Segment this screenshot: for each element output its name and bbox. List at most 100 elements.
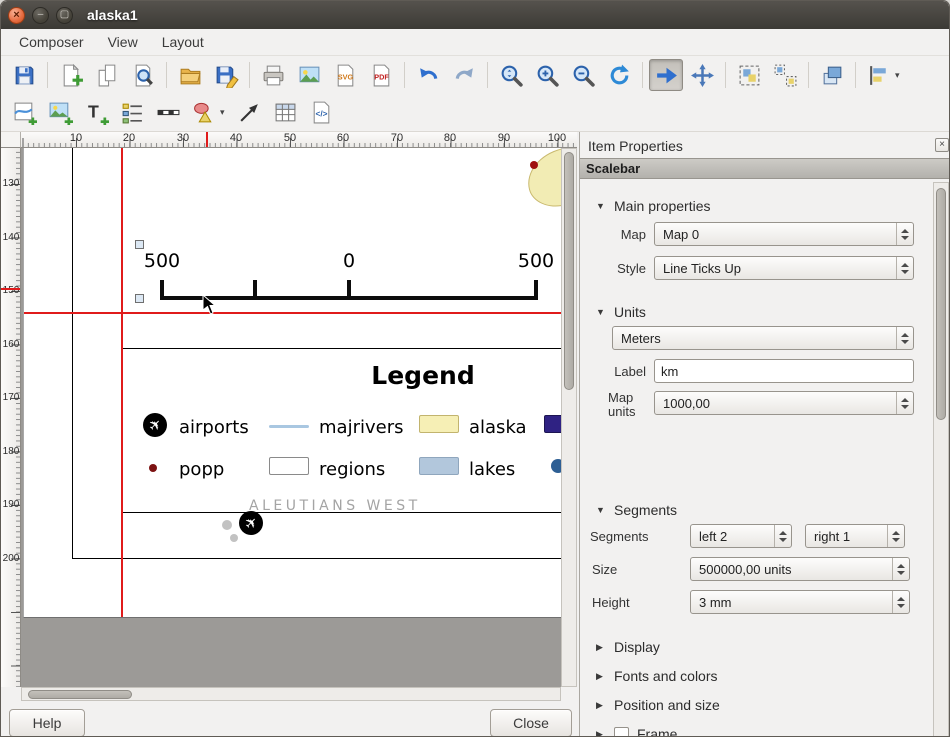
ruler-number: 90 bbox=[490, 132, 518, 144]
toolbar-separator bbox=[249, 62, 250, 88]
paper[interactable]: 500 0 500 Legend ✈ airports majrivers al… bbox=[23, 148, 561, 618]
toolbar-separator bbox=[725, 62, 726, 88]
segments-left-spinbox[interactable]: left 2 bbox=[690, 524, 792, 548]
section-fonts-and-colors[interactable]: ▶ Fonts and colors bbox=[580, 666, 920, 686]
segments-right-spinbox[interactable]: right 1 bbox=[805, 524, 905, 548]
help-button[interactable]: Help bbox=[9, 709, 85, 737]
undo-button[interactable] bbox=[411, 59, 445, 91]
spin-arrows-icon[interactable] bbox=[887, 525, 904, 547]
maximize-window-button[interactable]: ▢ bbox=[56, 7, 73, 24]
align-dropdown-arrow-icon[interactable]: ▾ bbox=[895, 70, 905, 81]
add-new-scalebar-button[interactable] bbox=[151, 97, 185, 129]
add-html-frame-button[interactable]: </> bbox=[304, 97, 338, 129]
map-units-spinbox[interactable]: 1000,00 bbox=[654, 391, 914, 415]
spin-arrows-icon[interactable] bbox=[774, 525, 791, 547]
add-arrow-button[interactable] bbox=[232, 97, 266, 129]
add-new-map-button[interactable] bbox=[7, 97, 41, 129]
export-pdf-button[interactable]: PDF bbox=[364, 59, 398, 91]
size-spinbox[interactable]: 500000,00 units bbox=[690, 557, 910, 581]
export-image-button[interactable] bbox=[292, 59, 326, 91]
zoom-in-button[interactable] bbox=[530, 59, 564, 91]
menu-view[interactable]: View bbox=[96, 30, 150, 54]
map-units-label-line2: units bbox=[608, 404, 635, 419]
units-combobox[interactable]: Meters bbox=[612, 326, 914, 350]
load-template-button[interactable] bbox=[173, 59, 207, 91]
close-button[interactable]: Close bbox=[490, 709, 572, 737]
menu-composer[interactable]: Composer bbox=[7, 30, 96, 54]
selection-handle[interactable] bbox=[135, 240, 144, 249]
raise-selected-items-button[interactable] bbox=[815, 59, 849, 91]
export-svg-button[interactable]: SVG bbox=[328, 59, 362, 91]
section-main-properties[interactable]: ▼ Main properties bbox=[580, 196, 920, 216]
ruler-number: 190 bbox=[1, 499, 21, 510]
map-alaska-shape bbox=[521, 148, 561, 213]
section-frame[interactable]: ▶ Frame bbox=[580, 724, 920, 737]
minimize-window-button[interactable]: – bbox=[32, 7, 49, 24]
combo-arrows-icon[interactable] bbox=[896, 327, 913, 349]
titlebar[interactable]: × – ▢ alaska1 bbox=[1, 1, 949, 29]
zoom-out-button[interactable] bbox=[566, 59, 600, 91]
ruler-number: 130 bbox=[1, 178, 21, 189]
shape-dropdown-arrow-icon[interactable]: ▾ bbox=[220, 107, 230, 118]
legend-title: Legend bbox=[368, 361, 478, 390]
print-button[interactable] bbox=[256, 59, 290, 91]
close-window-button[interactable]: × bbox=[8, 7, 25, 24]
panel-close-button[interactable]: × bbox=[935, 138, 949, 152]
add-new-legend-button[interactable] bbox=[115, 97, 149, 129]
combo-arrows-icon[interactable] bbox=[896, 223, 913, 245]
menu-layout[interactable]: Layout bbox=[150, 30, 216, 54]
map-combobox[interactable]: Map 0 bbox=[654, 222, 914, 246]
panel-vertical-scrollbar[interactable] bbox=[933, 182, 949, 737]
move-item-content-button[interactable] bbox=[685, 59, 719, 91]
canvas-vertical-scrollbar[interactable] bbox=[561, 148, 577, 687]
new-composer-button[interactable] bbox=[54, 59, 88, 91]
ruler-corner bbox=[1, 132, 21, 148]
composer-manager-button[interactable] bbox=[126, 59, 160, 91]
group-items-button[interactable] bbox=[732, 59, 766, 91]
ruler-number: 30 bbox=[169, 132, 197, 144]
toolbar-separator bbox=[487, 62, 488, 88]
style-combobox[interactable]: Line Ticks Up bbox=[654, 256, 914, 280]
section-segments[interactable]: ▼ Segments bbox=[580, 500, 920, 520]
map-item-frame-bottom bbox=[72, 558, 561, 559]
scrollbar-thumb[interactable] bbox=[28, 690, 132, 699]
close-icon: × bbox=[13, 10, 19, 21]
height-spinbox[interactable]: 3 mm bbox=[690, 590, 910, 614]
svg-text:PDF: PDF bbox=[374, 72, 389, 81]
refresh-view-button[interactable] bbox=[602, 59, 636, 91]
add-image-button[interactable] bbox=[43, 97, 77, 129]
legend-item-label: majrivers bbox=[319, 417, 403, 438]
close-icon: × bbox=[939, 140, 945, 150]
save-template-button[interactable] bbox=[209, 59, 243, 91]
section-display[interactable]: ▶ Display bbox=[580, 637, 920, 657]
canvas-horizontal-scrollbar[interactable] bbox=[21, 687, 561, 701]
scrollbar-thumb[interactable] bbox=[936, 188, 946, 420]
size-label: Size bbox=[592, 562, 617, 577]
add-basic-shape-button[interactable] bbox=[187, 97, 221, 129]
save-project-button[interactable] bbox=[7, 59, 41, 91]
add-new-label-button[interactable]: T bbox=[79, 97, 113, 129]
spin-arrows-icon[interactable] bbox=[896, 392, 913, 414]
map-units-label-line1: Map bbox=[608, 390, 633, 405]
zoom-full-button[interactable] bbox=[494, 59, 528, 91]
label-input[interactable] bbox=[654, 359, 914, 383]
legend-item[interactable]: Legend ✈ airports majrivers alaska popp … bbox=[122, 348, 561, 513]
frame-checkbox[interactable] bbox=[614, 727, 629, 737]
spin-arrows-icon[interactable] bbox=[892, 558, 909, 580]
align-items-button[interactable] bbox=[862, 59, 896, 91]
scalebar-label: 0 bbox=[329, 250, 369, 272]
scrollbar-thumb[interactable] bbox=[564, 152, 574, 390]
select-move-item-button[interactable] bbox=[649, 59, 683, 91]
airport-symbol-icon: ✈ bbox=[143, 413, 167, 437]
line-swatch bbox=[269, 425, 309, 428]
selection-handle[interactable] bbox=[135, 294, 144, 303]
section-units[interactable]: ▼ Units bbox=[580, 302, 920, 322]
section-position-and-size[interactable]: ▶ Position and size bbox=[580, 695, 920, 715]
redo-button[interactable] bbox=[447, 59, 481, 91]
spin-arrows-icon[interactable] bbox=[892, 591, 909, 613]
add-attribute-table-button[interactable] bbox=[268, 97, 302, 129]
combo-arrows-icon[interactable] bbox=[896, 257, 913, 279]
ungroup-items-button[interactable] bbox=[768, 59, 802, 91]
composer-canvas[interactable]: 500 0 500 Legend ✈ airports majrivers al… bbox=[21, 148, 561, 687]
duplicate-composer-button[interactable] bbox=[90, 59, 124, 91]
